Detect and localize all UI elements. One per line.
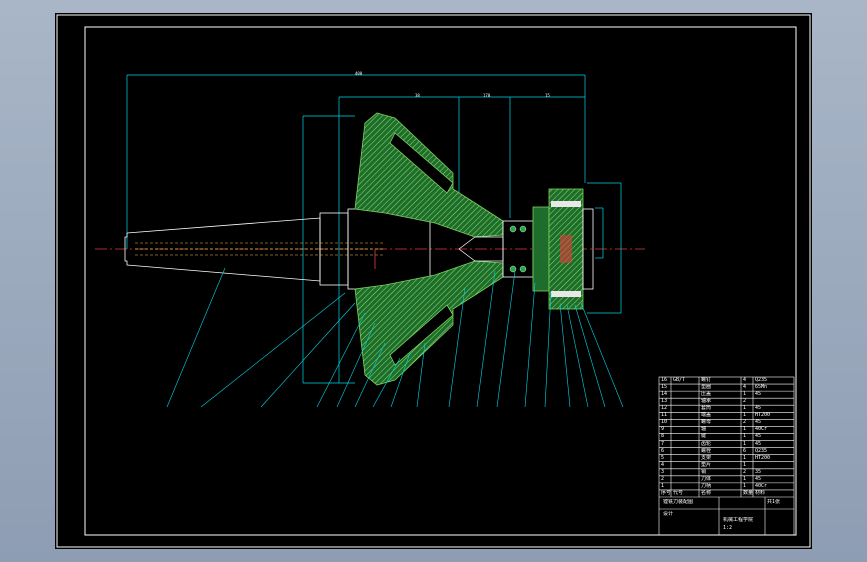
title-block-cell: 8 bbox=[661, 433, 665, 440]
title-block-cell: 1 bbox=[743, 440, 747, 447]
school-name: 机械工程学院 bbox=[723, 517, 754, 523]
sheet-info: 共1张 bbox=[767, 499, 781, 505]
title-block-header-cell: 代号 bbox=[673, 489, 684, 496]
title-block-cell: 35 bbox=[755, 468, 762, 475]
title-block-cell: 2 bbox=[743, 419, 747, 426]
title-block-cell: HT200 bbox=[755, 454, 771, 461]
title-block-cell: 4 bbox=[661, 461, 665, 468]
title-block-cell: 1 bbox=[743, 391, 747, 398]
title-block-cell: 垫圈 bbox=[701, 384, 712, 391]
title-block-cell: 螺钉 bbox=[701, 377, 712, 383]
title-block-header-cell: 序号 bbox=[661, 489, 672, 496]
title-block-cell: 14 bbox=[661, 391, 668, 398]
title-block-cell: 11 bbox=[661, 412, 668, 419]
title-block-cell: 45 bbox=[755, 405, 762, 412]
designer-label: 设计 bbox=[663, 511, 674, 517]
title-block-cell: HT200 bbox=[755, 412, 771, 419]
title-block-cell: 套筒 bbox=[701, 405, 712, 412]
title-block-cell: 16 bbox=[661, 377, 668, 383]
title-block-cell: 40Cr bbox=[755, 482, 768, 489]
title-block-cell: 1 bbox=[661, 482, 665, 489]
title-block-cell: 65Mn bbox=[755, 384, 768, 391]
assembly-drawing bbox=[56, 14, 811, 548]
title-block-cell: 1 bbox=[743, 475, 747, 482]
title-block-cell: 45 bbox=[755, 475, 762, 482]
title-block-cell: 1 bbox=[743, 412, 747, 419]
title-block-cell: 40Cr bbox=[755, 426, 768, 433]
title-block-cell: 垫片 bbox=[701, 461, 712, 468]
title-block-cell: 6 bbox=[743, 447, 747, 454]
dim-overall-length: 400 bbox=[355, 71, 363, 76]
title-block-cell: 销 bbox=[701, 468, 707, 475]
title-block-cell: 齿轮 bbox=[701, 440, 712, 447]
title-block-cell: Q235 bbox=[755, 447, 768, 454]
title-block-cell: GB/T bbox=[673, 377, 686, 383]
title-block-cell: 7 bbox=[661, 440, 665, 447]
title-block-cell: 15 bbox=[661, 384, 668, 391]
title-block-cell: 2 bbox=[743, 468, 747, 475]
title-block-header-cell: 材料 bbox=[755, 489, 766, 496]
title-block-cell: 1 bbox=[743, 426, 747, 433]
drawing-name: 镗铣刀装配图 bbox=[663, 499, 694, 505]
title-block-cell: 6 bbox=[661, 447, 665, 454]
title-block-cell: 1 bbox=[743, 433, 747, 440]
dim-cover-length: 15 bbox=[545, 93, 550, 98]
title-block-cell: 45 bbox=[755, 419, 762, 426]
title-block-cell: 13 bbox=[661, 398, 668, 405]
title-block-cell: 5 bbox=[661, 454, 665, 461]
title-block-cell: 1 bbox=[743, 461, 747, 468]
drawing-scale: 1:2 bbox=[723, 525, 733, 531]
title-block-cell: 45 bbox=[755, 391, 762, 398]
title-block-cell: 1 bbox=[743, 482, 747, 489]
title-block-cell: 轴承 bbox=[701, 398, 712, 405]
title-block-cell: 2 bbox=[661, 475, 665, 482]
title-block-cell: 支架 bbox=[701, 454, 712, 461]
title-block-cell: 轴 bbox=[701, 426, 707, 433]
title-block bbox=[658, 376, 795, 536]
dim-body-length: 38 bbox=[415, 93, 420, 98]
title-block-cell: 螺栓 bbox=[701, 447, 712, 454]
title-block-cell: 9 bbox=[661, 426, 665, 433]
dim-nose-length: 170 bbox=[483, 93, 491, 98]
cad-viewport[interactable]: 400 38 170 15 16 GB/T 螺钉 4 Q235 15 垫圈 4 65Mn 14 压盖… bbox=[55, 13, 812, 549]
title-block-cell: 45 bbox=[755, 440, 762, 447]
title-block-cell: 1 bbox=[743, 405, 747, 412]
title-block-cell: 刀体 bbox=[701, 475, 712, 482]
title-block-cell: 刀柄 bbox=[701, 482, 712, 489]
title-block-header-cell: 数量 bbox=[743, 489, 754, 496]
title-block-cell: 压盖 bbox=[701, 391, 712, 398]
title-block-cell: Q235 bbox=[755, 377, 768, 383]
title-block-cell: 1 bbox=[743, 454, 747, 461]
title-block-cell: 螺母 bbox=[701, 419, 712, 426]
title-block-cell: 12 bbox=[661, 405, 668, 412]
title-block-cell: 2 bbox=[743, 398, 747, 405]
title-block-cell: 键 bbox=[701, 433, 707, 440]
title-block-cell: 4 bbox=[743, 377, 747, 383]
title-block-cell: 端盖 bbox=[701, 412, 712, 419]
title-block-cell: 4 bbox=[743, 384, 747, 391]
title-block-cell: 3 bbox=[661, 468, 665, 475]
title-block-header-cell: 名称 bbox=[701, 489, 712, 496]
title-block-cell: 10 bbox=[661, 419, 668, 426]
title-block-cell: 45 bbox=[755, 433, 762, 440]
